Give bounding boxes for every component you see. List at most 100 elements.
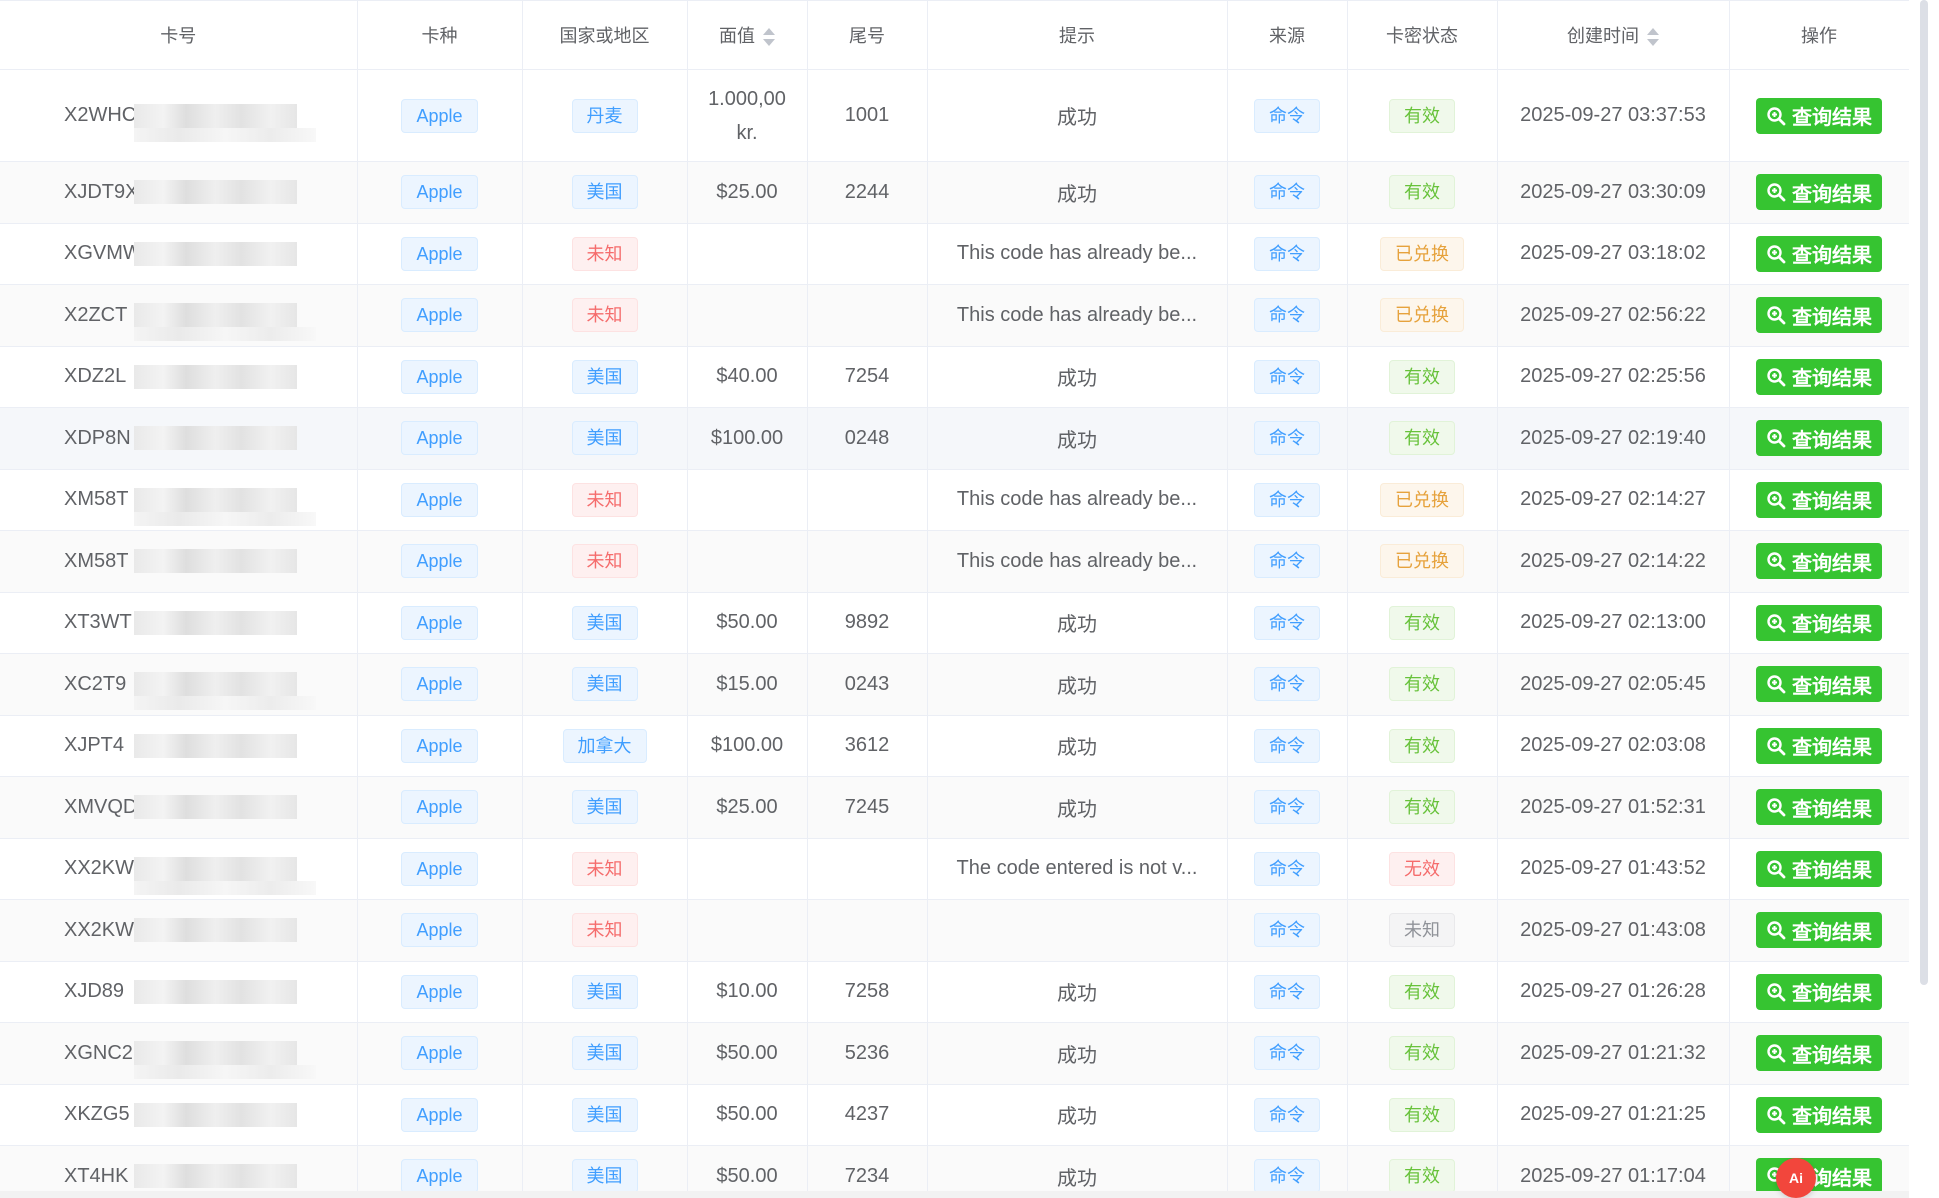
query-result-button[interactable]: 查询结果	[1756, 97, 1882, 134]
cell-value: $10.00	[687, 961, 808, 1023]
status-badge: 无效	[1389, 851, 1455, 886]
scrollbar-thumb[interactable]	[1920, 0, 1928, 985]
cell-tail	[807, 838, 928, 900]
cell-value	[687, 530, 808, 593]
cell-source: 命令	[1227, 653, 1348, 716]
value-line: kr.	[736, 121, 758, 144]
cell-created: 2025-09-27 01:43:52	[1497, 838, 1730, 900]
cell-tail: 9892	[807, 592, 928, 654]
query-result-button[interactable]: 查询结果	[1756, 1158, 1882, 1195]
query-result-button[interactable]: 查询结果	[1756, 297, 1882, 334]
cell-source: 命令	[1227, 346, 1348, 408]
hint-text: 成功	[1057, 798, 1097, 821]
cell-value	[687, 284, 808, 347]
cell-created: 2025-09-27 01:26:28	[1497, 961, 1730, 1023]
value-text: $100.00	[710, 734, 784, 757]
redacted-blur	[134, 979, 297, 1004]
search-zoom-icon	[1767, 245, 1786, 264]
search-zoom-icon	[1767, 552, 1786, 571]
query-result-button[interactable]: 查询结果	[1756, 420, 1882, 457]
query-result-button[interactable]: 查询结果	[1756, 912, 1882, 949]
created-time-text: 2025-09-27 01:52:31	[1520, 795, 1706, 818]
cell-card-no: XX2KW	[0, 838, 358, 900]
source-tag: 命令	[1254, 298, 1320, 333]
query-result-button[interactable]: 查询结果	[1756, 174, 1882, 211]
button-label: 查询结果	[1792, 183, 1872, 206]
hint-text: 成功	[1057, 183, 1097, 206]
cell-status: 已兑换	[1347, 223, 1498, 285]
query-result-button[interactable]: 查询结果	[1756, 481, 1882, 518]
header-card-type: 卡种	[357, 0, 523, 70]
cell-card-type: Apple	[357, 838, 523, 900]
query-result-button[interactable]: 查询结果	[1756, 1035, 1882, 1072]
query-result-button[interactable]: 查询结果	[1756, 1096, 1882, 1133]
cell-created: 2025-09-27 02:14:22	[1497, 530, 1730, 593]
sort-caret-icon[interactable]	[763, 27, 775, 47]
country-tag: 未知	[571, 298, 638, 333]
cell-tail	[807, 899, 928, 962]
cell-source: 命令	[1227, 592, 1348, 654]
button-label: 查询结果	[1792, 1044, 1872, 1067]
redacted-blur	[134, 364, 297, 389]
cell-card-type: Apple	[357, 899, 523, 962]
cell-status: 有效	[1347, 1084, 1498, 1146]
button-label: 查询结果	[1792, 552, 1872, 575]
ai-assistant-icon[interactable]: Ai	[1776, 1158, 1816, 1198]
cell-card-no: XKZG5	[0, 1084, 358, 1146]
header-country: 国家或地区	[522, 0, 688, 70]
created-time-text: 2025-09-27 01:43:08	[1520, 918, 1706, 941]
redacted-blur	[134, 856, 297, 881]
source-tag: 命令	[1254, 790, 1320, 825]
cell-source: 命令	[1227, 715, 1348, 777]
query-result-button[interactable]: 查询结果	[1756, 973, 1882, 1010]
header-label: 卡号	[160, 26, 197, 46]
cell-card-no: XGNC2	[0, 1022, 358, 1085]
query-result-button[interactable]: 查询结果	[1756, 358, 1882, 395]
cell-created: 2025-09-27 01:52:31	[1497, 776, 1730, 839]
vertical-scrollbar[interactable]	[1917, 0, 1931, 1198]
cell-card-no: XJD89	[0, 961, 358, 1023]
card-no-text: XJD89	[64, 980, 125, 1003]
table-row: XC2T9 Apple 美国 $15.00 0243 成功 命令 有效 2025-09-27 0…	[0, 653, 1909, 716]
cell-tail	[807, 223, 928, 285]
cell-status: 有效	[1347, 592, 1498, 654]
query-result-button[interactable]: 查询结果	[1756, 850, 1882, 887]
cell-source: 命令	[1227, 407, 1348, 470]
cell-hint: 成功	[927, 715, 1228, 777]
value-text: $40.00	[716, 365, 778, 388]
cell-status: 已兑换	[1347, 469, 1498, 531]
query-result-button[interactable]: 查询结果	[1756, 543, 1882, 580]
query-result-button[interactable]: 查询结果	[1756, 604, 1882, 641]
value-text: $50.00	[716, 611, 778, 634]
query-result-button[interactable]: 查询结果	[1756, 727, 1882, 764]
redacted-blur	[134, 1041, 297, 1066]
query-result-button[interactable]: 查询结果	[1756, 235, 1882, 272]
cell-action: 查询结果	[1729, 776, 1909, 839]
source-tag: 命令	[1254, 851, 1320, 886]
header-source: 来源	[1227, 0, 1348, 70]
query-result-button[interactable]: 查询结果	[1756, 789, 1882, 826]
cell-value: $100.00	[687, 407, 808, 470]
redacted-blur	[134, 511, 316, 526]
cell-tail: 2244	[807, 161, 928, 224]
country-tag: 未知	[571, 236, 638, 271]
card-type-tag: Apple	[401, 98, 478, 133]
button-label: 查询结果	[1792, 737, 1872, 760]
cell-tail	[807, 530, 928, 593]
created-time-text: 2025-09-27 01:43:52	[1520, 857, 1706, 880]
cell-card-no: XT3WT	[0, 592, 358, 654]
card-type-tag: Apple	[401, 728, 478, 763]
horizontal-scrollbar[interactable]	[0, 1191, 1909, 1198]
cell-card-type: Apple	[357, 346, 523, 408]
table-row: XX2KW Apple 未知 The code entered is not v...…	[0, 838, 1909, 900]
query-result-button[interactable]: 查询结果	[1756, 666, 1882, 703]
table-row: XDP8N Apple 美国 $100.00 0248 成功 命令 有效 2025-09-27 …	[0, 407, 1909, 470]
header-value[interactable]: 面值	[687, 0, 808, 70]
cell-card-type: Apple	[357, 284, 523, 347]
cell-hint: 成功	[927, 1084, 1228, 1146]
redacted-blur	[134, 487, 297, 512]
card-table: 卡号 卡种 国家或地区 面值 尾号 提示 来源 卡密状态 创建时间 操作 X2W…	[0, 0, 1909, 1198]
header-created[interactable]: 创建时间	[1497, 0, 1730, 70]
sort-caret-icon[interactable]	[1647, 27, 1659, 47]
search-zoom-icon	[1767, 675, 1786, 694]
